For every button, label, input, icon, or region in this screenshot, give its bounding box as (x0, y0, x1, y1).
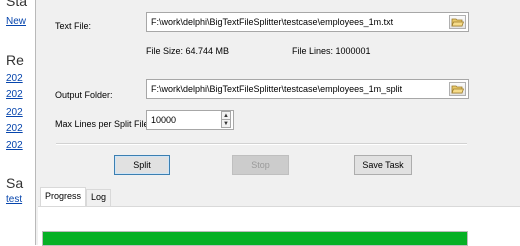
progress-panel (38, 206, 520, 246)
start-heading: Sta (6, 0, 28, 9)
folder-open-icon[interactable] (449, 82, 466, 96)
spin-down-icon[interactable]: ▼ (222, 119, 230, 127)
separator (56, 143, 467, 145)
recent-link[interactable]: 202 (6, 123, 23, 134)
progress-bar (42, 231, 468, 246)
recent-link[interactable]: 202 (6, 89, 23, 100)
text-file-field[interactable]: F:\work\delphi\BigTextFileSplitter\testc… (146, 12, 469, 32)
output-folder-field[interactable]: F:\work\delphi\BigTextFileSplitter\testc… (146, 79, 469, 99)
tab-log[interactable]: Log (86, 189, 112, 206)
folder-open-icon[interactable] (449, 15, 466, 29)
max-lines-spinner[interactable]: ▲ ▼ (221, 111, 231, 128)
new-link[interactable]: New (6, 16, 26, 27)
tab-progress[interactable]: Progress (40, 187, 87, 206)
saved-heading: Sa (6, 175, 24, 191)
recent-heading: Re (6, 52, 24, 68)
save-task-button[interactable]: Save Task (354, 155, 412, 175)
text-file-label: Text File: (55, 21, 92, 31)
stop-button[interactable]: Stop (232, 155, 289, 175)
split-dialog: Text File: F:\work\delphi\BigTextFileSpl… (35, 0, 520, 246)
file-size-text: File Size: 64.744 MB (146, 46, 230, 56)
split-button[interactable]: Split (114, 155, 170, 175)
progress-fill (43, 232, 467, 245)
file-lines-text: File Lines: 1000001 (292, 46, 371, 56)
max-lines-label: Max Lines per Split File (55, 119, 149, 129)
tab-bar: Progress Log (40, 187, 112, 206)
spin-up-icon[interactable]: ▲ (222, 112, 230, 119)
saved-task-link[interactable]: test (6, 194, 22, 205)
recent-link[interactable]: 202 (6, 140, 23, 151)
recent-link[interactable]: 202 (6, 107, 23, 118)
recent-link[interactable]: 202 (6, 73, 23, 84)
output-folder-label: Output Folder: (55, 90, 113, 100)
